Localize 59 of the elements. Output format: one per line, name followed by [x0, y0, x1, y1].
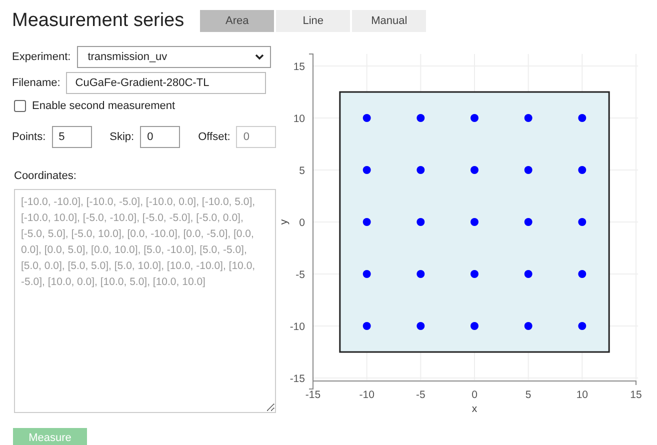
tick-label: -15 [290, 373, 305, 385]
field-label: Points: [12, 131, 46, 143]
axis-label: x [472, 403, 478, 415]
tick-label: -15 [305, 389, 321, 401]
field-label: Skip: [110, 131, 134, 143]
tab[interactable]: Line [276, 10, 350, 32]
data-point [578, 322, 586, 330]
checkbox-label: Enable second measurement [32, 100, 176, 112]
axis-label: y [281, 219, 290, 225]
data-point [362, 218, 371, 226]
tick-label: 15 [630, 389, 642, 401]
tick-label: 10 [293, 113, 305, 125]
data-point [416, 270, 425, 278]
tab[interactable]: Area [200, 10, 274, 32]
data-point [578, 166, 586, 174]
tick-label: -10 [290, 321, 305, 333]
tick-label: 10 [576, 389, 588, 401]
data-point [416, 218, 425, 226]
page-title: Measurement series [12, 10, 184, 32]
experiment-dropdown[interactable]: transmission_uv [76, 46, 271, 68]
number-field[interactable]: 0 [140, 126, 180, 148]
tick-label: -5 [296, 269, 305, 281]
data-point [470, 114, 478, 122]
data-point [416, 166, 425, 174]
tab[interactable]: Manual [352, 10, 426, 32]
data-point [578, 270, 586, 278]
data-point [470, 322, 478, 330]
tick-label: 5 [525, 389, 532, 401]
data-point [578, 218, 586, 226]
filename-field[interactable]: CuGaFe-Gradient-280C-TL [66, 72, 266, 94]
data-point [470, 166, 478, 174]
coordinates-field[interactable]: [-10.0, -10.0], [-10.0, -5.0], [-10.0, 0.0], [-10.0, 5.0], [-10.0, 10.0], [-5.0, -10.0], [-5.0, -5.0], [-5.0, 0.0], [-5.0, 5.0], [-5.0, 10.0], [0.0, -10.0], [0.0, -5.0], [0.0, 0.0], [0.0, 5.0], [0.0, 10.0], [5.0, -10.0], [5.0, -5.0], [5.0, 0.0], [5.0, 5.0], [5.0, 10.0], [10.0, -10.0], [10.0, -5.0], [10.0, 0.0], [10.0, 5.0], [10.0, 10.0] [14, 189, 276, 413]
data-point [362, 114, 371, 122]
data-point [524, 218, 532, 226]
checkbox[interactable] [14, 100, 26, 112]
data-point [362, 322, 371, 330]
data-point [362, 270, 371, 278]
field-label: Filename: [12, 77, 60, 89]
field-label: Experiment: [12, 51, 71, 63]
data-point [524, 270, 532, 278]
field-label: Offset: [198, 131, 230, 143]
tick-label: 5 [299, 165, 305, 177]
tick-label: -5 [416, 389, 426, 401]
tick-label: 0 [299, 217, 305, 229]
data-point [578, 114, 586, 122]
data-point [524, 114, 532, 122]
data-point [470, 270, 478, 278]
chevron-icon [254, 54, 264, 60]
data-point [524, 322, 532, 330]
number-field[interactable]: 5 [52, 126, 92, 148]
tick-label: -10 [359, 389, 374, 401]
data-point [470, 218, 478, 226]
data-point [416, 322, 425, 330]
field-label: Coordinates: [14, 170, 78, 182]
tick-label: 15 [293, 61, 305, 73]
tick-label: 0 [472, 389, 478, 401]
data-point [362, 166, 371, 174]
data-point [524, 166, 532, 174]
data-point [416, 114, 425, 122]
